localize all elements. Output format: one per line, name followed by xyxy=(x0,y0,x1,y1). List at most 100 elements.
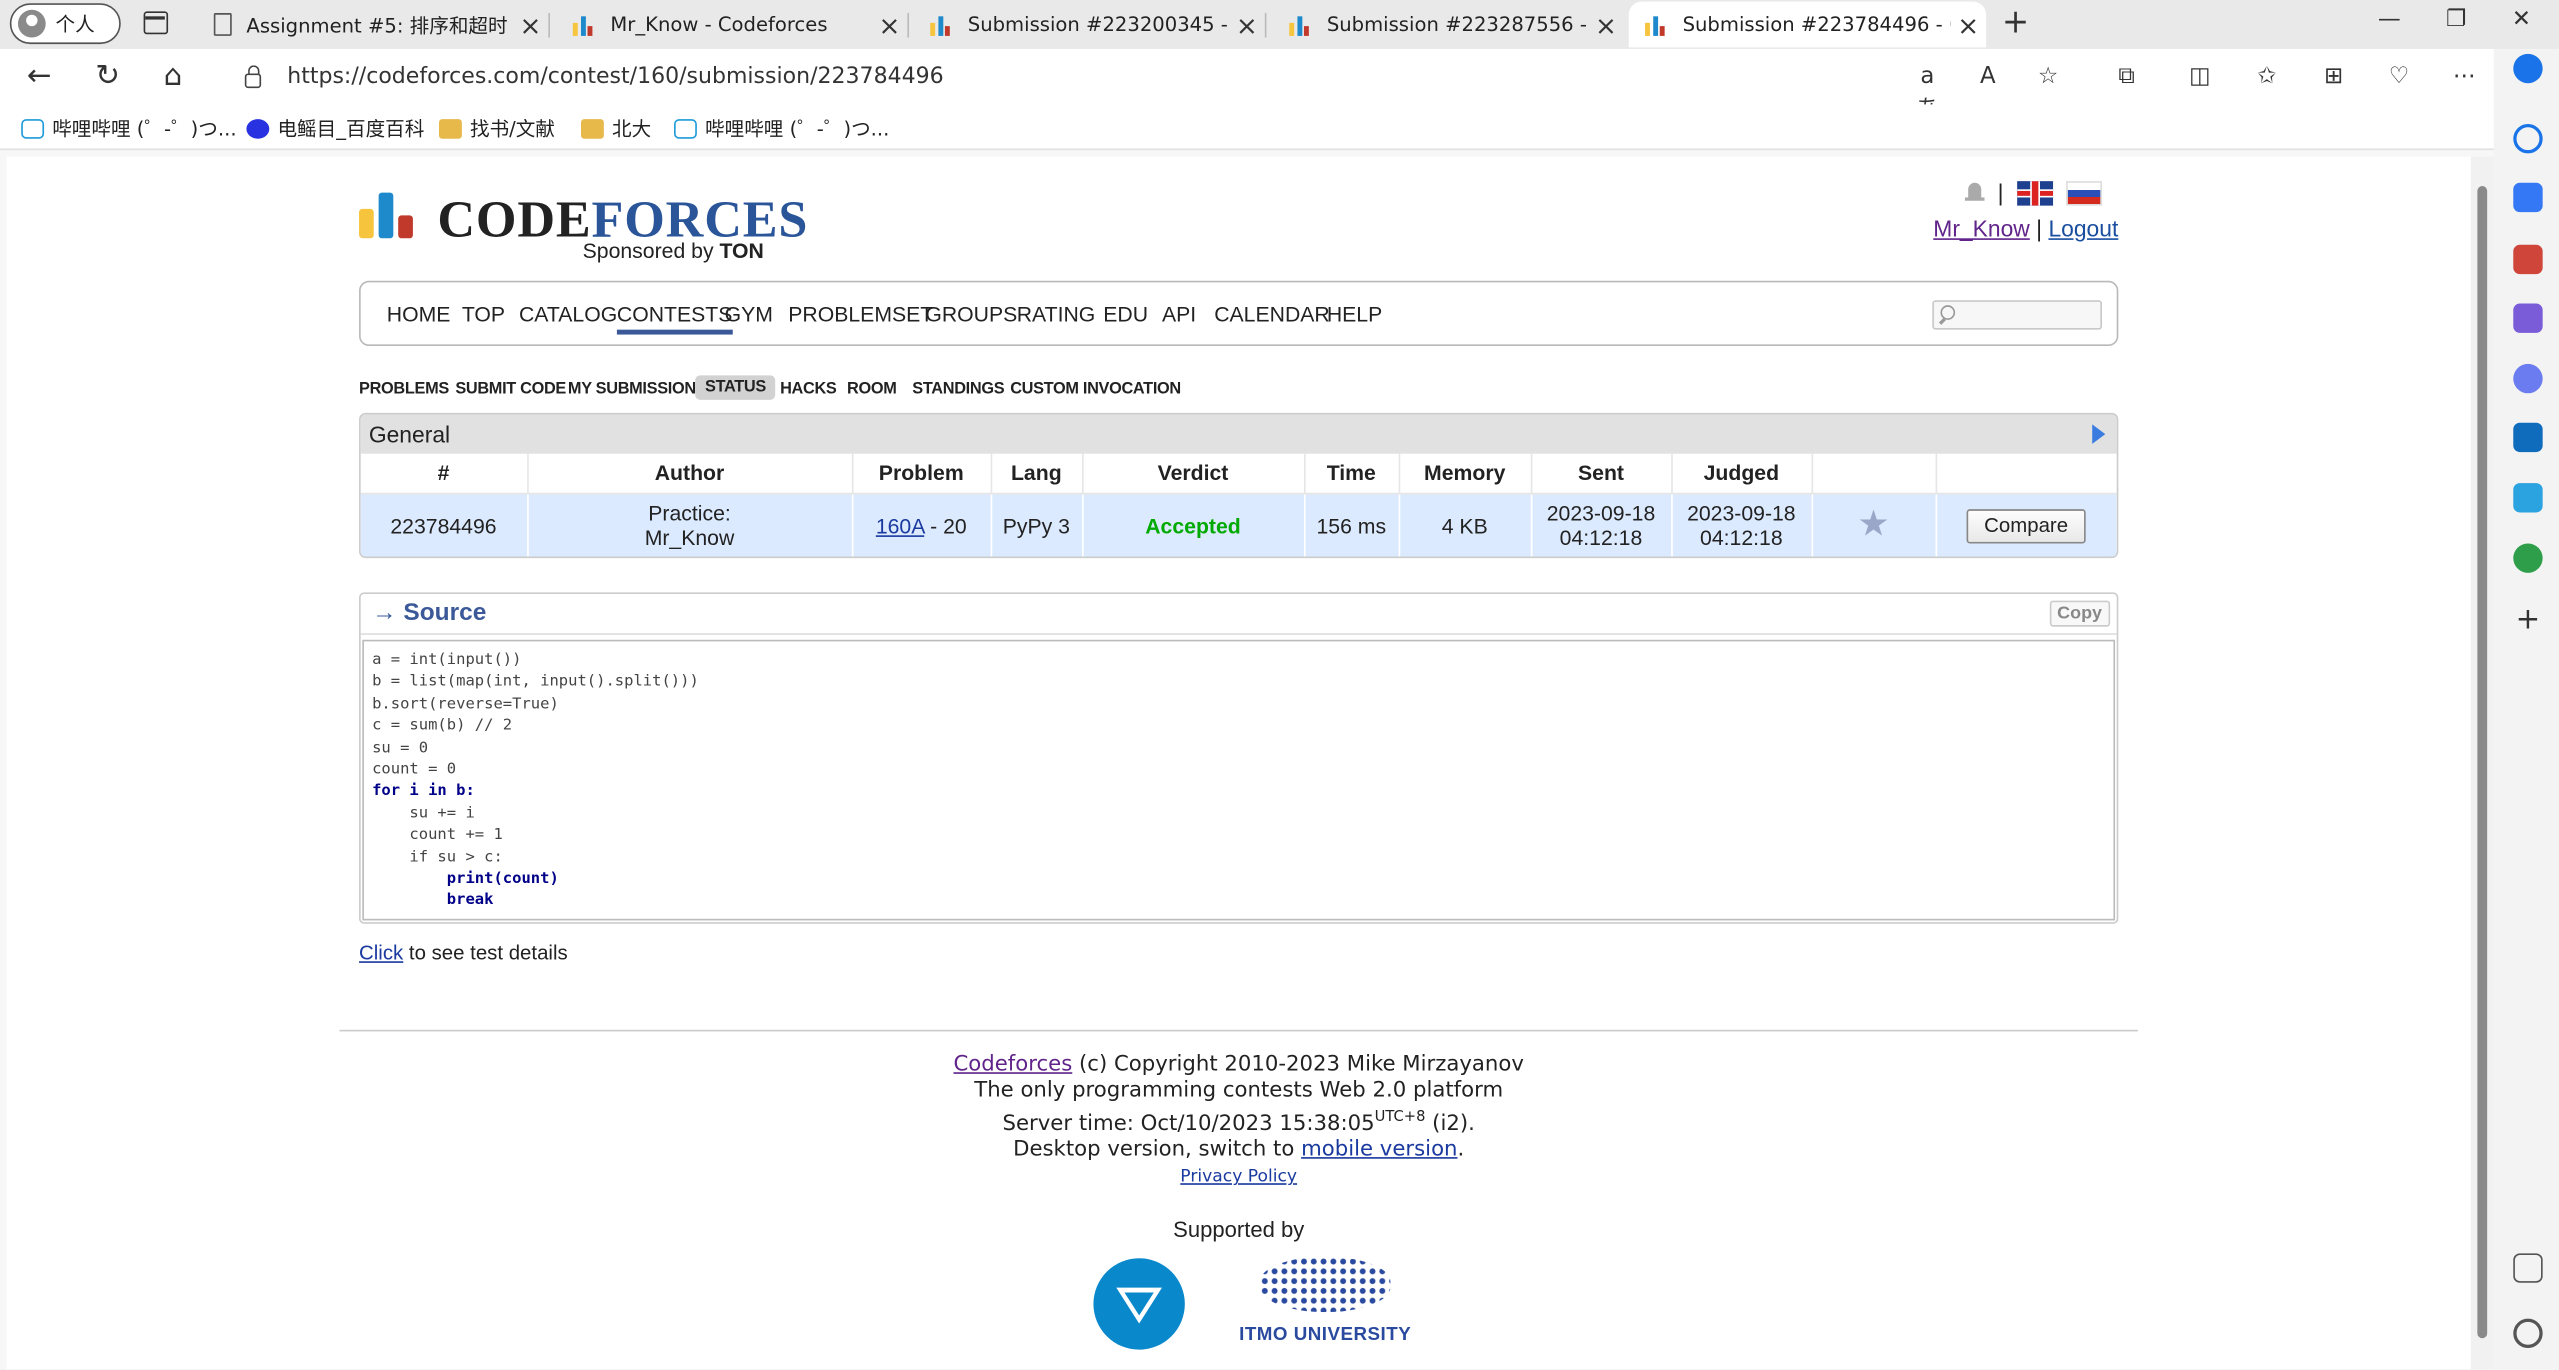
favorite-star-icon[interactable]: ★ xyxy=(1857,503,1889,544)
favorite-cell: ★ xyxy=(1811,492,1937,557)
browser-tab-2[interactable]: Mr_Know - Codeforces × xyxy=(557,2,910,48)
privacy-policy-link[interactable]: Privacy Policy xyxy=(1180,1167,1297,1187)
header-icons: | xyxy=(1964,180,2102,206)
close-tab-icon[interactable]: × xyxy=(512,9,548,40)
read-aloud-icon[interactable]: A xyxy=(1971,60,2004,93)
submenu-room[interactable]: ROOM xyxy=(847,380,897,398)
toggle-arrow-icon[interactable] xyxy=(2092,424,2106,444)
edge-sidebar: + xyxy=(2493,48,2559,1370)
browser-tab-5-active[interactable]: Submission #223784496 - Codef × xyxy=(1628,1,1987,48)
menu-rating[interactable]: RATING xyxy=(1017,302,1096,326)
bookmark-folder-books[interactable]: 找书/文献 xyxy=(439,114,555,142)
menu-contests[interactable]: CONTESTS xyxy=(616,302,733,335)
mobile-version-link[interactable]: mobile version xyxy=(1301,1138,1457,1162)
logo-code: CODE xyxy=(437,189,592,249)
send-icon[interactable] xyxy=(2513,483,2543,513)
close-window-icon[interactable]: ✕ xyxy=(2484,7,2559,43)
browser-tab-3[interactable]: Submission #223200345 - Codef × xyxy=(914,2,1267,48)
bookmark-baidu[interactable]: 电鳐目_百度百科 xyxy=(246,114,424,142)
favorite-star-icon[interactable]: ☆ xyxy=(2032,60,2065,93)
test-details-link[interactable]: Click xyxy=(359,942,403,965)
back-icon[interactable]: ← xyxy=(20,57,59,96)
submenu-problems[interactable]: PROBLEMS xyxy=(359,380,449,398)
copy-button[interactable]: Copy xyxy=(2048,600,2111,627)
russian-flag-icon[interactable] xyxy=(2065,180,2102,205)
more-menu-icon[interactable]: ⋯ xyxy=(2448,60,2481,93)
close-tab-icon[interactable]: × xyxy=(1229,9,1265,40)
extensions-icon[interactable]: ⧉ xyxy=(2110,60,2143,93)
site-search-input[interactable] xyxy=(1932,300,2103,330)
tab-actions-icon[interactable] xyxy=(143,11,169,35)
menu-help[interactable]: HELP xyxy=(1327,302,1382,326)
menu-groups[interactable]: GROUPS xyxy=(925,302,1017,326)
home-icon[interactable]: ⌂ xyxy=(153,57,192,96)
restore-icon[interactable]: ❐ xyxy=(2419,7,2494,43)
minimize-icon[interactable]: — xyxy=(2352,7,2427,43)
notification-bell-icon[interactable] xyxy=(1964,181,1985,204)
page-scrollbar[interactable] xyxy=(2470,156,2494,1370)
menu-gym[interactable]: GYM xyxy=(725,302,773,326)
profile-button[interactable]: 个人 xyxy=(9,3,121,45)
bookmark-bilibili-2[interactable]: 哔哩哔哩 (゜-゜)つ... xyxy=(674,114,889,142)
submenu-status[interactable]: STATUS xyxy=(695,375,776,400)
office-icon[interactable] xyxy=(2513,363,2543,394)
url-field[interactable]: https://codeforces.com/contest/160/submi… xyxy=(220,53,2085,100)
shopping-tag-icon[interactable] xyxy=(2513,182,2543,213)
source-code[interactable]: a = int(input()) b = list(map(int, input… xyxy=(362,639,2116,921)
scrollbar-thumb[interactable] xyxy=(2477,186,2488,1339)
submenu-custom-invocation[interactable]: CUSTOM INVOCATION xyxy=(1010,380,1181,398)
menu-top[interactable]: TOP xyxy=(462,302,505,326)
test-details-line: Click to see test details xyxy=(359,941,568,965)
close-tab-icon[interactable]: × xyxy=(871,9,907,40)
address-bar-row: ← ↻ ⌂ https://codeforces.com/contest/160… xyxy=(0,48,2559,123)
tree-icon[interactable] xyxy=(2513,543,2543,573)
close-tab-icon[interactable]: × xyxy=(1588,9,1624,40)
menu-edu[interactable]: EDU xyxy=(1103,302,1148,326)
itmo-logo[interactable]: ITMO UNIVERSITY xyxy=(1231,1253,1420,1354)
ton-logo-icon[interactable] xyxy=(1093,1258,1185,1350)
menu-problemset[interactable]: PROBLEMSET xyxy=(788,302,933,326)
username-link[interactable]: Mr_Know xyxy=(1933,215,2030,241)
logout-link[interactable]: Logout xyxy=(2048,215,2118,241)
supported-by-label: Supported by xyxy=(1173,1217,1305,1242)
translate-icon[interactable]: aあ xyxy=(1911,60,1944,123)
settings-gear-icon[interactable] xyxy=(2513,1318,2543,1349)
add-icon[interactable]: + xyxy=(2513,605,2542,634)
submenu-hacks[interactable]: HACKS xyxy=(780,380,837,398)
browser-essentials-icon[interactable]: ♡ xyxy=(2383,60,2416,93)
time-cell: 156 ms xyxy=(1303,492,1400,557)
menu-calendar[interactable]: CALENDAR xyxy=(1214,302,1330,326)
submenu-submit-code[interactable]: SUBMIT CODE xyxy=(455,380,566,398)
close-tab-icon[interactable]: × xyxy=(1950,9,1986,40)
compare-button[interactable]: Compare xyxy=(1966,508,2087,544)
favorites-icon[interactable]: ✩ xyxy=(2251,60,2284,93)
menu-catalog[interactable]: CATALOG xyxy=(519,302,617,326)
bookmark-bilibili-1[interactable]: 哔哩哔哩 (゜-゜)つ... xyxy=(21,114,237,142)
screenshot-icon[interactable] xyxy=(2513,1253,2543,1283)
submission-id: 223784496 xyxy=(360,492,528,557)
browser-tab-1[interactable]: Assignment #5: 排序和超时 × xyxy=(197,2,550,48)
footer-codeforces-link[interactable]: Codeforces xyxy=(953,1053,1072,1077)
bilibili-icon xyxy=(21,118,45,138)
collections-icon[interactable]: ⊞ xyxy=(2317,60,2350,93)
bookmark-folder-pku[interactable]: 北大 xyxy=(580,114,651,142)
split-screen-icon[interactable]: ◫ xyxy=(2184,60,2217,93)
lock-icon[interactable] xyxy=(244,64,262,88)
tools-icon[interactable] xyxy=(2513,244,2543,275)
codeforces-icon xyxy=(572,13,596,36)
browser-tab-4[interactable]: Submission #223287556 - Codef × xyxy=(1273,2,1624,48)
outlook-icon[interactable] xyxy=(2513,422,2543,453)
menu-api[interactable]: API xyxy=(1162,302,1196,326)
games-icon[interactable] xyxy=(2513,303,2543,333)
search-icon[interactable] xyxy=(2513,124,2543,154)
submenu-my-submissions[interactable]: MY SUBMISSIONS xyxy=(568,380,707,398)
english-flag-icon[interactable] xyxy=(2016,180,2053,205)
profile-label: 个人 xyxy=(55,13,95,36)
refresh-icon[interactable]: ↻ xyxy=(88,57,127,96)
menu-home[interactable]: HOME xyxy=(387,302,451,326)
new-tab-icon[interactable]: + xyxy=(1998,5,2034,41)
itmo-name: ITMO UNIVERSITY xyxy=(1239,1325,1412,1345)
copilot-icon[interactable] xyxy=(2513,53,2543,84)
problem-link[interactable]: 160A xyxy=(876,514,924,538)
submenu-standings[interactable]: STANDINGS xyxy=(912,380,1004,398)
